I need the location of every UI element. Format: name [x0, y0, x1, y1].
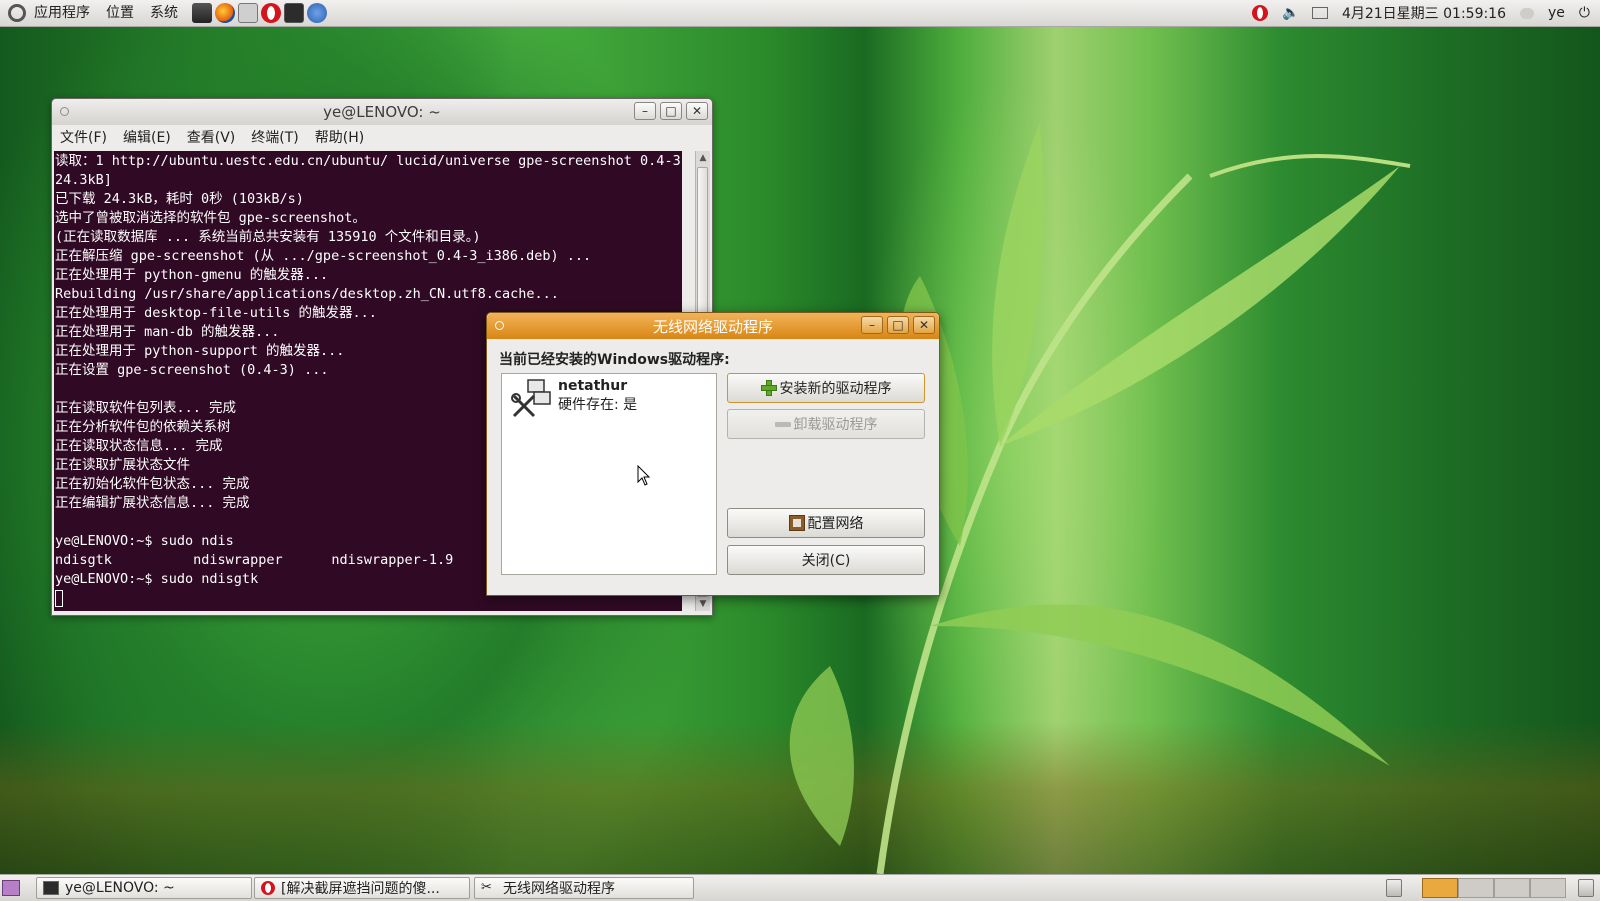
mouse-pointer-icon: [637, 465, 651, 486]
installed-drivers-heading: 当前已经安装的Windows驱动程序:: [499, 352, 730, 368]
launcher-bar: [192, 3, 327, 23]
terminal-line: Rebuilding /usr/share/applications/deskt…: [55, 286, 559, 302]
network-config-icon: [788, 515, 805, 531]
firefox-icon[interactable]: [215, 3, 235, 23]
dialog-title: 无线网络驱动程序: [652, 317, 773, 336]
taskbar-item-wireless-driver[interactable]: ✂ 无线网络驱动程序: [474, 877, 694, 899]
configure-network-label: 配置网络: [807, 516, 864, 532]
volume-icon[interactable]: 🔈: [1282, 5, 1299, 21]
terminal-icon: [43, 881, 59, 895]
maximize-button[interactable]: □: [660, 102, 682, 120]
menu-places[interactable]: 位置: [98, 0, 142, 26]
menu-help[interactable]: 帮助(H): [307, 127, 372, 147]
driver-list[interactable]: netathur 硬件存在: 是: [501, 373, 717, 575]
driver-name: netathur: [558, 378, 628, 394]
clock[interactable]: 4月21日星期三 01:59:16: [1342, 3, 1506, 23]
terminal-line: 正在解压缩 gpe-screenshot (从 .../gpe-screensh…: [55, 248, 592, 264]
window-menu-icon[interactable]: [60, 107, 69, 116]
bottom-panel: ye@LENOVO: ~ [解决截屏遮挡问题的傻... ✂ 无线网络驱动程序: [0, 874, 1600, 901]
uninstall-driver-label: 卸载驱动程序: [793, 417, 878, 433]
task-label: ye@LENOVO: ~: [65, 880, 175, 896]
top-panel: 应用程序 位置 系统 🔈 4月21日星期三 01:59:16 ye ⏻: [0, 0, 1600, 27]
wireless-tools-icon: ✂: [481, 880, 492, 895]
menu-applications[interactable]: 应用程序: [26, 0, 98, 26]
terminal-line: 正在处理用于 python-gmenu 的触发器...: [55, 267, 329, 283]
user-name[interactable]: ye: [1548, 5, 1565, 21]
wireless-driver-dialog: 无线网络驱动程序 – □ ✕ 当前已经安装的Windows驱动程序: netat…: [486, 312, 940, 596]
uninstall-driver-button[interactable]: 卸载驱动程序: [727, 409, 925, 439]
workspace-1[interactable]: [1422, 878, 1458, 898]
chat-status-icon[interactable]: [1520, 7, 1535, 19]
trash-applet-icon[interactable]: [1386, 879, 1402, 897]
opera-icon[interactable]: [261, 3, 281, 23]
screenshot-icon[interactable]: [238, 3, 258, 23]
help-icon[interactable]: [307, 3, 327, 23]
text-cursor: [55, 589, 63, 607]
dialog-close-label: 关闭(C): [801, 553, 851, 569]
plus-icon: [760, 380, 777, 396]
mail-icon[interactable]: [1311, 7, 1328, 19]
terminal-menubar: 文件(F) 编辑(E) 查看(V) 终端(T) 帮助(H): [52, 125, 712, 149]
maximize-button[interactable]: □: [887, 316, 909, 334]
workspace-2[interactable]: [1458, 878, 1494, 898]
menu-terminal[interactable]: 终端(T): [243, 127, 306, 147]
scroll-up-icon[interactable]: ▲: [696, 151, 710, 165]
system-tray: 🔈 4月21日星期三 01:59:16 ye ⏻: [1251, 3, 1600, 23]
configure-network-button[interactable]: 配置网络: [727, 508, 925, 538]
menu-file[interactable]: 文件(F): [52, 127, 115, 147]
dialog-close-button[interactable]: 关闭(C): [727, 545, 925, 575]
install-driver-button[interactable]: 安装新的驱动程序: [727, 373, 925, 403]
terminal-line: 读取：1 http://ubuntu.uestc.edu.cn/ubuntu/ …: [55, 153, 682, 169]
terminal-line: 已下载 24.3kB，耗时 0秒 (103kB/s): [55, 191, 304, 207]
dialog-titlebar[interactable]: 无线网络驱动程序 – □ ✕: [487, 313, 939, 339]
task-label: 无线网络驱动程序: [503, 881, 615, 897]
menu-system[interactable]: 系统: [142, 0, 186, 26]
workspace-4[interactable]: [1530, 878, 1566, 898]
terminal-line: 选中了曾被取消选择的软件包 gpe-screenshot。: [55, 210, 366, 226]
terminal-line: (正在读取数据库 ... 系统当前总共安装有 135910 个文件和目录。): [55, 229, 481, 245]
terminal-line: 24.3kB]: [55, 172, 112, 188]
terminal-titlebar[interactable]: ye@LENOVO: ~ – □ ✕: [52, 99, 712, 125]
workspace-switcher: [1422, 878, 1566, 898]
driver-hardware-status: 硬件存在: 是: [558, 397, 638, 413]
network-tools-icon: [511, 379, 551, 418]
workspace-3[interactable]: [1494, 878, 1530, 898]
close-button[interactable]: ✕: [913, 316, 935, 334]
show-desktop-icon[interactable]: [2, 880, 20, 896]
movie-player-icon[interactable]: [192, 3, 212, 23]
install-driver-label: 安装新的驱动程序: [779, 381, 892, 397]
terminal-icon[interactable]: [284, 3, 304, 23]
terminal-title: ye@LENOVO: ~: [323, 103, 441, 121]
minimize-button[interactable]: –: [634, 102, 656, 120]
close-button[interactable]: ✕: [686, 102, 708, 120]
task-label: [解决截屏遮挡问题的傻...: [281, 881, 440, 897]
trash-icon[interactable]: [1578, 879, 1594, 897]
opera-tray-icon[interactable]: [1251, 5, 1268, 21]
window-menu-icon[interactable]: [495, 321, 504, 330]
power-icon[interactable]: ⏻: [1579, 5, 1590, 21]
taskbar-item-opera[interactable]: [解决截屏遮挡问题的傻...: [254, 877, 470, 899]
minus-icon: [774, 421, 791, 427]
list-item[interactable]: netathur 硬件存在: 是: [502, 374, 716, 426]
opera-icon: [261, 881, 275, 895]
menu-edit[interactable]: 编辑(E): [115, 127, 179, 147]
scroll-down-icon[interactable]: ▼: [696, 597, 710, 611]
ubuntu-logo-icon[interactable]: [8, 4, 26, 22]
taskbar-item-terminal[interactable]: ye@LENOVO: ~: [36, 877, 252, 899]
menu-view[interactable]: 查看(V): [179, 127, 244, 147]
minimize-button[interactable]: –: [861, 316, 883, 334]
